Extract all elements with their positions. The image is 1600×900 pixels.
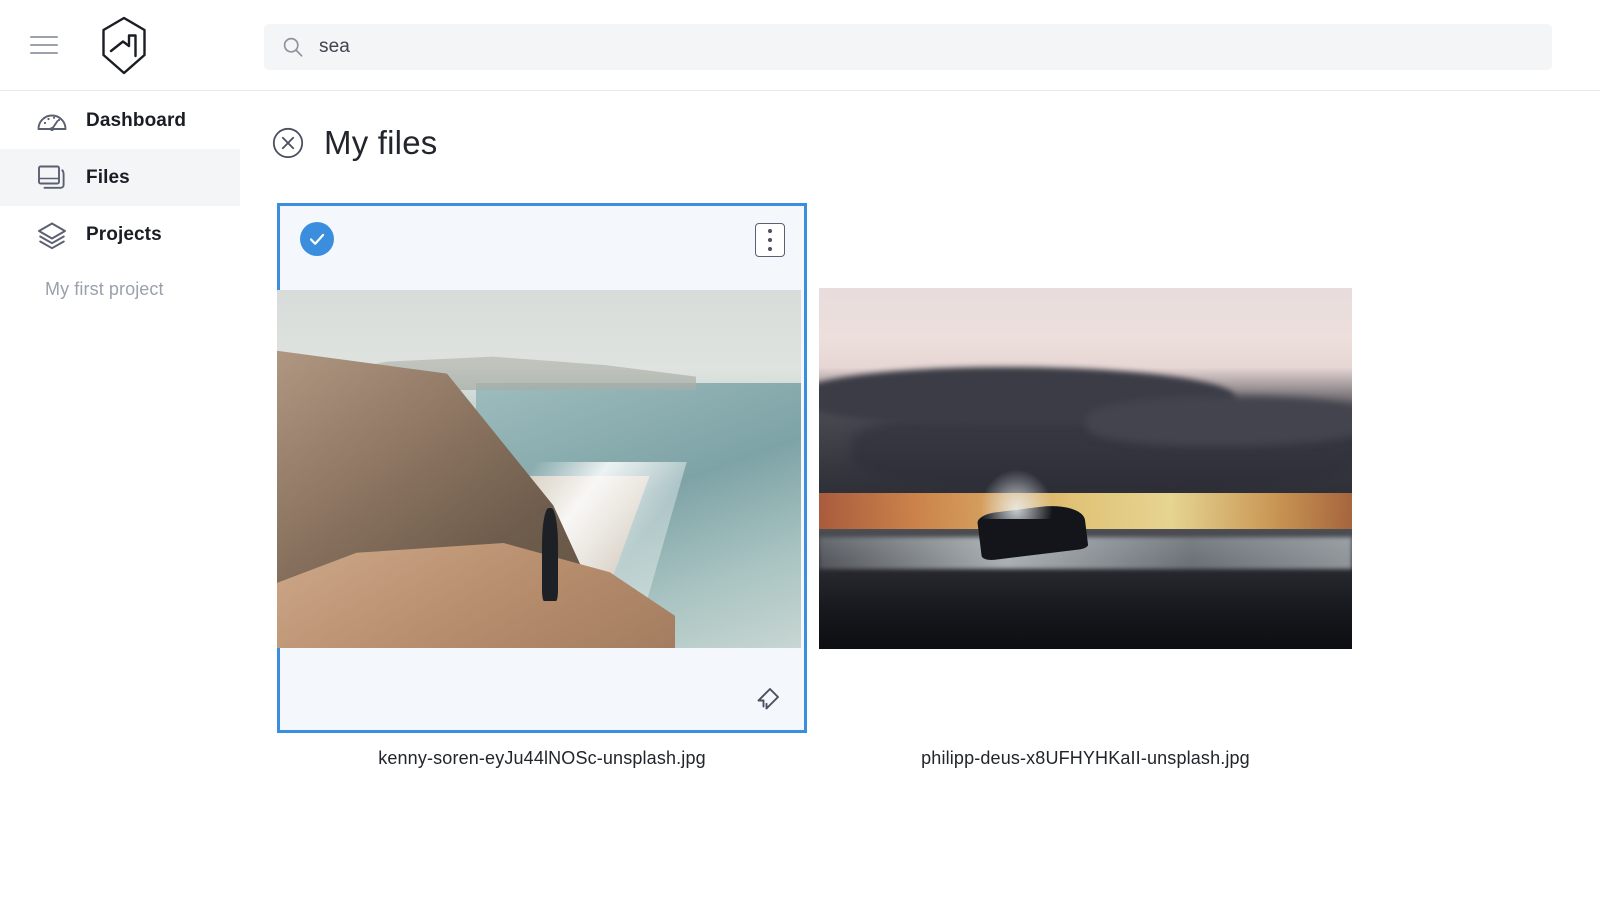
sidebar-subitem-my-first-project[interactable]: My first project [0, 263, 240, 315]
file-card[interactable]: kenny-soren-eyJu44lNOSc-unsplash.jpg [277, 203, 807, 768]
share-icon[interactable] [750, 680, 786, 714]
app-header [0, 0, 1600, 91]
page-header: My files [271, 124, 437, 162]
hamburger-bar [30, 36, 58, 38]
file-name: philipp-deus-x8UFHYHKaII-unsplash.jpg [921, 748, 1250, 768]
close-circle-icon[interactable] [271, 126, 305, 160]
hamburger-icon[interactable] [30, 32, 60, 58]
file-card[interactable]: philipp-deus-x8UFHYHKaII-unsplash.jpg [819, 203, 1352, 768]
file-card-body[interactable] [277, 203, 807, 733]
sidebar-item-dashboard[interactable]: Dashboard [0, 92, 240, 149]
file-thumbnail[interactable] [819, 287, 1352, 649]
sidebar-item-files[interactable]: Files [0, 149, 240, 206]
search-input[interactable] [319, 32, 1119, 62]
search-bar[interactable] [264, 24, 1552, 70]
files-icon [38, 165, 65, 189]
search-icon [283, 37, 303, 57]
page-title: My files [324, 124, 438, 161]
file-card-body[interactable] [819, 203, 1352, 733]
file-select-checkbox[interactable] [300, 222, 334, 256]
layers-icon [38, 222, 66, 249]
check-icon [309, 233, 325, 245]
kebab-dot [768, 247, 772, 251]
photo-stormy-sunset-ocean [819, 287, 1352, 649]
file-thumbnail[interactable] [277, 290, 801, 648]
kebab-dot [768, 238, 772, 242]
hamburger-bar [30, 52, 58, 54]
sidebar-item-projects[interactable]: Projects [0, 206, 240, 263]
kebab-dot [768, 229, 772, 233]
file-name: kenny-soren-eyJu44lNOSc-unsplash.jpg [378, 748, 706, 768]
gauge-icon [37, 114, 67, 131]
hexagon-logo-icon[interactable] [99, 15, 149, 77]
kebab-menu-icon[interactable] [755, 223, 785, 257]
main-content: My files kenny-soren-eyJu44lNOSc-unsplas… [240, 92, 1600, 900]
sidebar-item-label: Projects [86, 223, 162, 245]
sidebar-item-label: Dashboard [86, 109, 187, 131]
photo-coastal-cliff [277, 290, 801, 648]
file-card-toolbar [280, 206, 804, 290]
sidebar-item-label: Files [86, 166, 130, 188]
sidebar-subitem-label: My first project [45, 278, 164, 299]
hamburger-bar [30, 44, 58, 46]
sidebar: Dashboard Files Projects My first projec… [0, 92, 240, 900]
